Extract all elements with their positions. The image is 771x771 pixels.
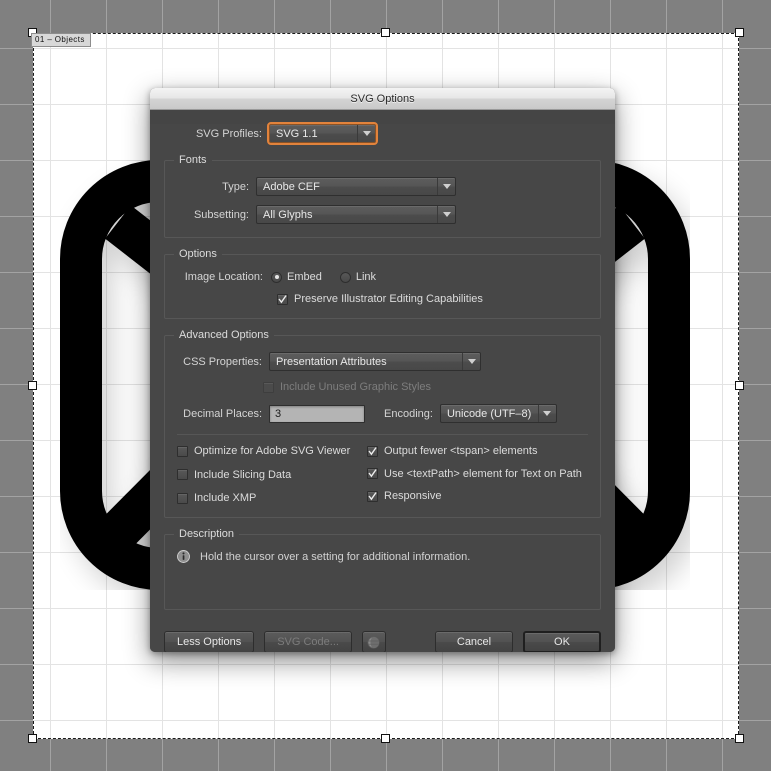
checkbox-label: Include Slicing Data [194, 468, 292, 481]
image-location-label: Image Location: [184, 271, 263, 283]
advanced-checkbox-grid: Optimize for Adobe SVG Viewer Include Sl… [177, 445, 588, 507]
checkbox-responsive[interactable]: Responsive [367, 490, 441, 502]
description-group-title: Description [174, 527, 240, 540]
font-type-row: Type: Adobe CEF [177, 177, 588, 196]
radio-link-indicator [339, 271, 351, 283]
checkbox-column-right: Output fewer <tspan> elements Use <textP… [367, 445, 588, 507]
svg-profiles-row: SVG Profiles: SVG 1.1 [164, 122, 601, 145]
svg-profiles-select[interactable]: SVG 1.1 [267, 122, 378, 145]
radio-embed[interactable]: Embed [271, 271, 322, 283]
decimal-places-input[interactable]: 3 [269, 404, 365, 423]
selection-handle-bc[interactable] [381, 734, 390, 743]
selection-handle-ml[interactable] [28, 381, 37, 390]
font-subsetting-value: All Glyphs [263, 208, 313, 221]
include-unused-row: Include Unused Graphic Styles [177, 381, 588, 393]
dialog-title-bar[interactable]: SVG Options [150, 88, 615, 110]
font-subsetting-select[interactable]: All Glyphs [256, 205, 456, 224]
checkbox-label: Output fewer <tspan> elements [384, 445, 538, 457]
encoding-value: Unicode (UTF–8) [446, 407, 532, 420]
font-subsetting-row: Subsetting: All Glyphs [177, 205, 588, 224]
css-properties-select[interactable]: Presentation Attributes [269, 352, 481, 371]
decimal-places-label: Decimal Places: [183, 407, 262, 420]
fonts-group: Fonts Type: Adobe CEF Subsetting: All Gl… [164, 154, 601, 238]
checkbox-indicator [367, 445, 378, 457]
dialog-body: SVG Profiles: SVG 1.1 Fonts Type: Adobe … [150, 122, 615, 652]
chevron-down-icon [462, 353, 480, 370]
dialog-title: SVG Options [350, 92, 415, 105]
description-text: Hold the cursor over a setting for addit… [200, 550, 471, 563]
dialog-footer: Less Options SVG Code... Cancel OK [164, 631, 601, 652]
radio-link-label: Link [355, 271, 377, 283]
checkbox-indicator [263, 381, 274, 393]
selection-handle-bl[interactable] [28, 734, 37, 743]
selection-handle-tr[interactable] [735, 28, 744, 37]
svg-options-dialog[interactable]: SVG Options SVG Profiles: SVG 1.1 Fonts … [150, 88, 615, 652]
description-content: Hold the cursor over a setting for addit… [177, 549, 588, 566]
options-group: Options Image Location: Embed Link Prese… [164, 248, 601, 319]
selection-handle-tc[interactable] [381, 28, 390, 37]
css-properties-row: CSS Properties: Presentation Attributes [177, 352, 588, 371]
chevron-down-icon [437, 178, 455, 195]
preserve-row: Preserve Illustrator Editing Capabilitie… [177, 293, 588, 305]
selection-handle-br[interactable] [735, 734, 744, 743]
fonts-group-title: Fonts [174, 154, 212, 166]
checkbox-indicator [277, 293, 288, 305]
checkbox-column-left: Optimize for Adobe SVG Viewer Include Sl… [177, 445, 367, 507]
checkbox-include-xmp[interactable]: Include XMP [177, 492, 256, 504]
checkbox-label: Include XMP [194, 492, 257, 504]
css-properties-label: CSS Properties: [183, 355, 262, 368]
checkbox-label: Use <textPath> element for Text on Path [384, 467, 582, 480]
artboard-label[interactable]: 01 – Objects [31, 33, 91, 47]
svg-profiles-value: SVG 1.1 [276, 127, 318, 140]
checkbox-indicator [367, 468, 378, 479]
checkbox-include-unused-label: Include Unused Graphic Styles [280, 381, 432, 393]
checkbox-use-textpath-element[interactable]: Use <textPath> element for Text on Path [367, 468, 582, 480]
decimal-encoding-row: Decimal Places: 3 Encoding: Unicode (UTF… [177, 404, 588, 423]
css-properties-value: Presentation Attributes [276, 355, 387, 368]
checkbox-label: Responsive [384, 490, 442, 502]
font-type-value: Adobe CEF [263, 180, 320, 193]
checkbox-include-unused-graphic-styles: Include Unused Graphic Styles [263, 381, 431, 393]
checkbox-preserve-label: Preserve Illustrator Editing Capabilitie… [294, 293, 483, 305]
chevron-down-icon [437, 206, 455, 223]
checkbox-include-slicing-data[interactable]: Include Slicing Data [177, 469, 291, 481]
advanced-group-title: Advanced Options [174, 329, 274, 341]
globe-icon-button[interactable] [361, 631, 386, 652]
checkbox-optimize-for-adobe-svg-viewer[interactable]: Optimize for Adobe SVG Viewer [177, 445, 350, 457]
checkbox-indicator [177, 492, 188, 504]
checkbox-label: Optimize for Adobe SVG Viewer [194, 445, 351, 457]
encoding-label: Encoding: [384, 407, 433, 420]
checkbox-indicator [177, 445, 188, 457]
radio-embed-label: Embed [287, 271, 322, 283]
options-group-title: Options [174, 248, 222, 260]
encoding-select[interactable]: Unicode (UTF–8) [439, 404, 557, 423]
advanced-options-group: Advanced Options CSS Properties: Present… [164, 329, 601, 518]
less-options-button[interactable]: Less Options [164, 631, 255, 652]
description-group: Description Hold the cursor over a setti… [164, 527, 601, 610]
radio-embed-indicator [271, 271, 282, 283]
image-location-row: Image Location: Embed Link [177, 271, 588, 283]
advanced-divider [177, 434, 588, 435]
chevron-down-icon [357, 125, 375, 142]
checkbox-indicator [177, 469, 188, 480]
globe-icon [367, 636, 380, 648]
font-subsetting-label: Subsetting: [193, 208, 249, 221]
cancel-button[interactable]: Cancel [435, 631, 513, 652]
font-type-select[interactable]: Adobe CEF [256, 177, 456, 196]
font-type-label: Type: [222, 180, 249, 193]
radio-link[interactable]: Link [339, 271, 377, 283]
info-icon [177, 549, 190, 566]
svg-profiles-label: SVG Profiles: [195, 127, 262, 140]
svg-code-button: SVG Code... [264, 631, 352, 652]
checkbox-indicator [367, 490, 378, 502]
chevron-down-icon [537, 405, 556, 422]
ok-button[interactable]: OK [523, 631, 601, 652]
checkbox-preserve-illustrator-editing[interactable]: Preserve Illustrator Editing Capabilitie… [277, 293, 483, 305]
selection-handle-mr[interactable] [735, 381, 744, 390]
checkbox-output-fewer-tspan-elements[interactable]: Output fewer <tspan> elements [367, 445, 537, 457]
